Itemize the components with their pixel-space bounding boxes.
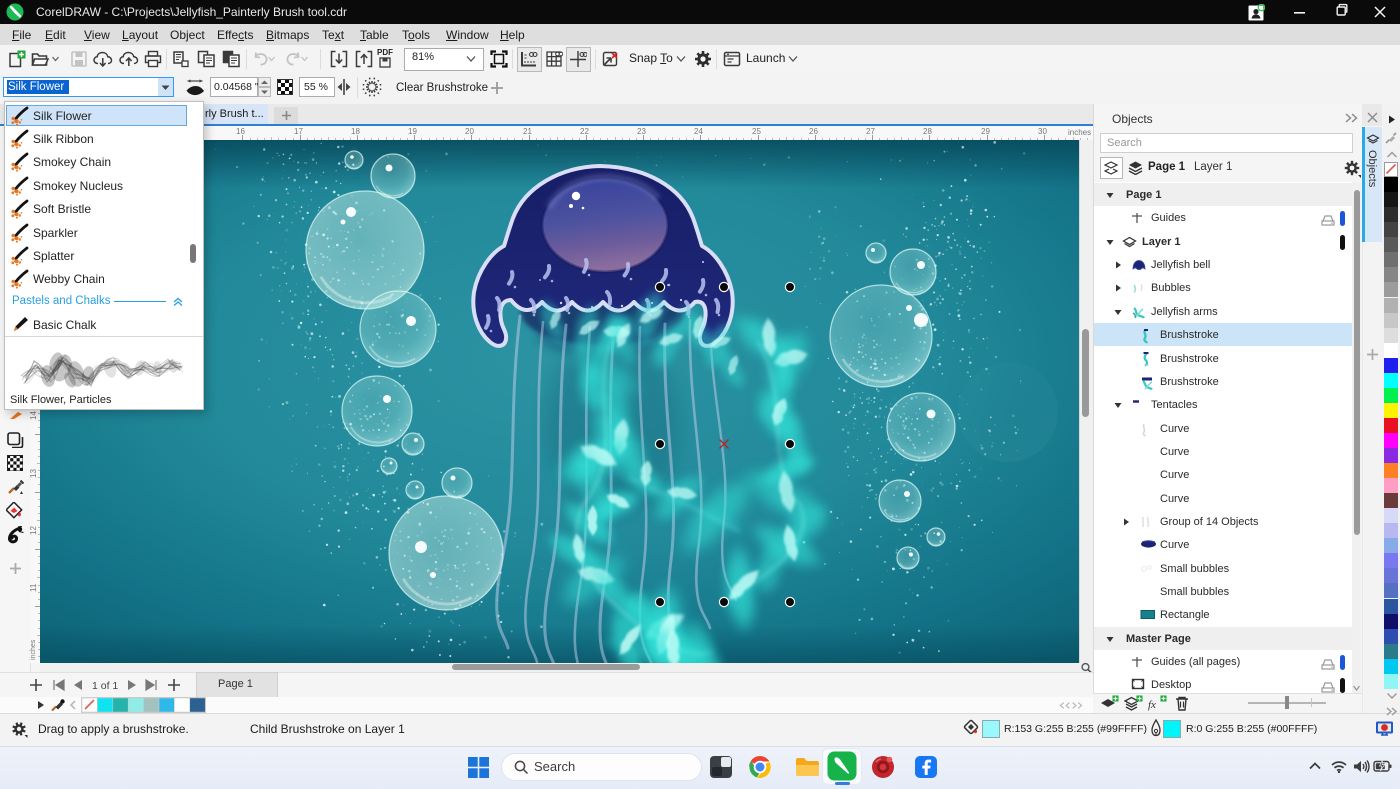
svg-text:1 of 1: 1 of 1 <box>92 680 118 692</box>
svg-text:fx: fx <box>1148 699 1156 711</box>
